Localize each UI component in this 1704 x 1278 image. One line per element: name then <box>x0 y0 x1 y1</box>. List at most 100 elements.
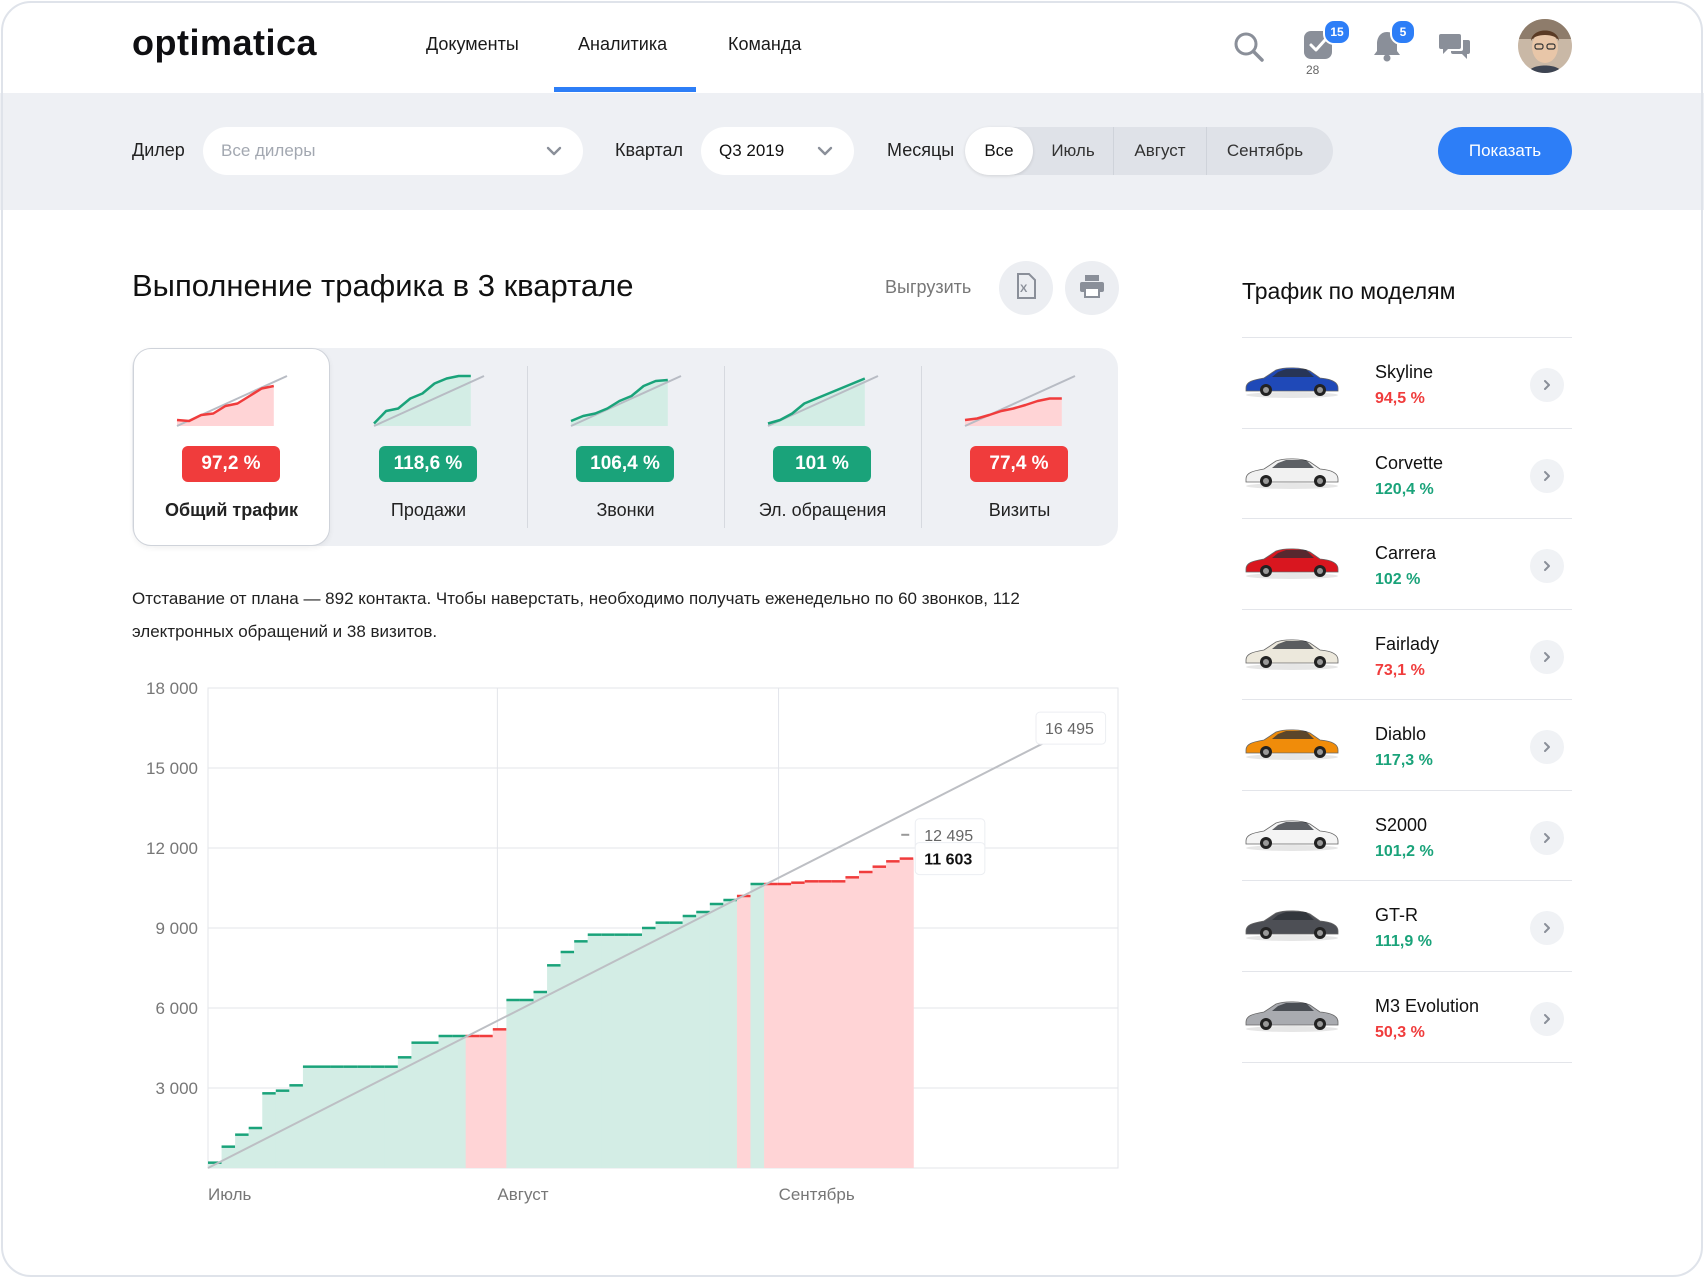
fact-area-step <box>384 1066 399 1168</box>
model-row[interactable]: S2000 101,2 % <box>1242 789 1572 881</box>
fact-area-step <box>533 992 548 1168</box>
model-name: Carrera <box>1375 543 1437 563</box>
model-row[interactable]: Fairlady 73,1 % <box>1242 608 1572 700</box>
y-tick-label: 12 000 <box>146 839 198 858</box>
fact-area-step <box>872 866 887 1168</box>
fact-area-step <box>316 1066 331 1168</box>
kpi-value-calls: 106,4 % <box>576 446 674 482</box>
model-name: Diablo <box>1375 724 1427 744</box>
model-percent: 94,5 % <box>1375 390 1425 407</box>
fact-area-step <box>791 882 806 1168</box>
car-image <box>1245 910 1339 941</box>
fact-area-step <box>614 934 629 1168</box>
y-tick-label: 6 000 <box>155 999 198 1018</box>
x-tick-label: Август <box>497 1185 548 1204</box>
model-name: Skyline <box>1375 362 1434 382</box>
chevron-right-icon[interactable] <box>1530 1001 1564 1036</box>
app-window: optimatica Документы Аналитика Команда 1… <box>0 0 1704 1278</box>
y-tick-label: 15 000 <box>146 759 198 778</box>
fact-area-step <box>357 1066 372 1168</box>
fact-area-step <box>343 1066 358 1168</box>
model-row[interactable]: Skyline 94,5 % <box>1242 337 1572 428</box>
model-row[interactable]: Diablo 117,3 % <box>1242 699 1572 790</box>
x-tick-label: Июль <box>208 1185 252 1204</box>
fact-area-step <box>601 934 616 1168</box>
fact-area-step <box>736 896 751 1168</box>
chevron-right-icon[interactable] <box>1530 458 1564 493</box>
fact-area-step <box>723 900 738 1168</box>
fact-area-step <box>479 1036 494 1168</box>
model-percent: 101,2 % <box>1375 842 1434 860</box>
kpi-value-total: 97,2 % <box>182 446 280 482</box>
chevron-right-icon[interactable] <box>1530 549 1564 583</box>
fact-area-step <box>397 1057 412 1168</box>
fact-area-step <box>682 916 697 1168</box>
fact-area-step <box>519 1000 534 1168</box>
chevron-right-icon[interactable] <box>1530 820 1564 855</box>
fact-area-step <box>899 858 914 1168</box>
lag-description: Отставание от плана — 892 контакта. Чтоб… <box>132 589 1020 641</box>
y-tick-label: 3 000 <box>155 1079 198 1098</box>
model-percent: 102 % <box>1375 571 1421 588</box>
kpi-label-visits: Визиты <box>988 500 1051 520</box>
model-percent: 111,9 % <box>1375 933 1432 950</box>
fact-area-step <box>859 872 874 1168</box>
kpi-label-sales: Продажи <box>390 500 467 520</box>
chevron-right-icon[interactable] <box>1530 730 1564 764</box>
chevron-right-icon[interactable] <box>1530 639 1564 674</box>
fact-area-step <box>764 884 779 1168</box>
fact-area-step <box>492 1029 507 1168</box>
fact-area-step <box>709 904 724 1168</box>
model-name: GT-R <box>1375 905 1418 925</box>
model-percent: 50,3 % <box>1375 1023 1425 1041</box>
model-percent: 117,3 % <box>1375 752 1433 769</box>
fact-area-step <box>302 1066 317 1168</box>
y-tick-label: 18 000 <box>146 679 198 698</box>
fact-area-step <box>669 922 684 1168</box>
kpi-value-visits: 77,4 % <box>970 446 1068 482</box>
model-row[interactable]: Carrera 102 % <box>1242 518 1572 609</box>
fact-area-step <box>818 881 833 1168</box>
car-image <box>1245 819 1339 851</box>
fact-area-step <box>696 912 711 1168</box>
fact-area-step <box>438 1036 453 1168</box>
model-name: S2000 <box>1375 814 1428 835</box>
sparkline-area <box>965 398 1062 426</box>
fact-area-step <box>777 884 792 1168</box>
fact-area-step <box>330 1066 345 1168</box>
fact-area-step <box>886 861 901 1168</box>
fact-area-step <box>845 877 860 1168</box>
model-name: Fairlady <box>1375 633 1440 654</box>
models-title: Трафик по моделям <box>1242 278 1456 304</box>
plan-end-label: 16 495 <box>1035 711 1107 745</box>
model-row[interactable]: Corvette 120,4 % <box>1242 427 1572 519</box>
fact-area-step <box>804 881 819 1168</box>
kpi-label-total: Общий трафик <box>164 500 299 520</box>
kpi-label-calls: Звонки <box>596 500 655 520</box>
fact-area-step <box>655 922 670 1168</box>
chevron-right-icon[interactable] <box>1530 368 1564 402</box>
fact-current-label: 11 603 <box>914 842 986 876</box>
fact-area-step <box>831 881 846 1168</box>
car-image <box>1245 638 1339 670</box>
model-name: Corvette <box>1375 452 1444 473</box>
chevron-right-icon[interactable] <box>1530 911 1564 945</box>
fact-area-step <box>248 1128 263 1168</box>
model-row[interactable]: GT-R 111,9 % <box>1242 880 1572 971</box>
kpi-value-sales: 118,6 % <box>379 446 477 482</box>
kpi-label-emails: Эл. обращения <box>758 500 887 520</box>
fact-area-step <box>750 884 765 1168</box>
fact-area-step <box>628 934 643 1168</box>
fact-area-step <box>506 1000 521 1168</box>
car-image <box>1245 457 1339 489</box>
traffic-chart: 18 000 15 000 12 000 9 000 6 000 3 000 Июль Авг… <box>146 679 1119 1204</box>
car-image <box>1245 548 1339 579</box>
model-percent: 120,4 % <box>1375 480 1434 498</box>
car-image <box>1245 729 1339 760</box>
model-name: M3 Evolution <box>1375 995 1480 1016</box>
fact-area-step <box>642 928 657 1168</box>
model-row[interactable]: M3 Evolution 50,3 % <box>1242 970 1572 1063</box>
plan-end-label-text: 16 495 <box>1045 721 1094 738</box>
car-image <box>1245 1000 1339 1032</box>
fact-area-step <box>425 1042 440 1168</box>
